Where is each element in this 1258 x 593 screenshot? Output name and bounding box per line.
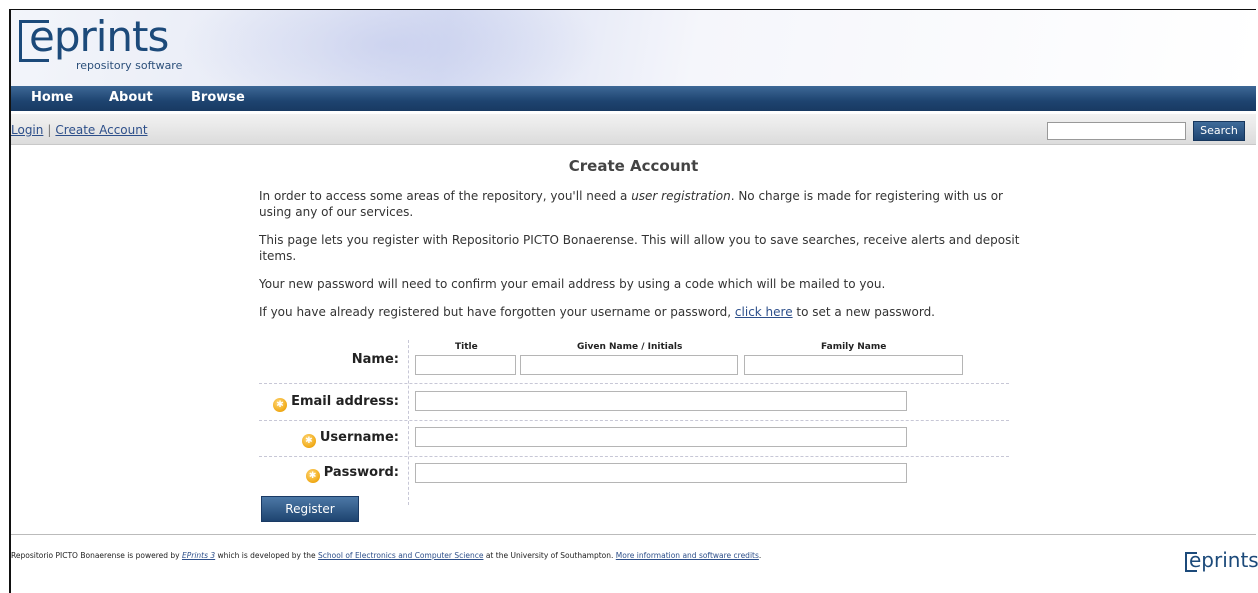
title-input[interactable] [415,355,516,375]
email-label: ✱ Email address: [259,394,399,412]
footer-text: at the University of Southampton. [483,551,616,560]
page-frame: eprints repository software Home About B… [9,9,1258,593]
login-bar: Login | Create Account Search [11,114,1256,145]
header-swirl-decoration [181,10,601,86]
nav-about[interactable]: About [109,90,153,105]
nav-home[interactable]: Home [31,90,73,105]
family-name-input[interactable] [744,355,963,375]
site-header: eprints repository software [11,10,1256,86]
forgot-text-end: to set a new password. [792,305,935,319]
logo-word: eprints [29,12,169,61]
reset-password-link[interactable]: click here [735,305,793,319]
logo-tagline: repository software [76,59,183,72]
login-link[interactable]: Login [11,123,43,137]
row-separator [259,383,1009,384]
search-button[interactable]: Search [1193,121,1245,141]
password-label-text: Password: [323,465,399,480]
account-links: Login | Create Account [11,123,148,137]
username-label-text: Username: [319,430,399,445]
footer-text: which is developed by the [215,551,319,560]
footer-credits: Repositorio PICTO Bonaerense is powered … [11,551,761,560]
site-footer: Repositorio PICTO Bonaerense is powered … [11,534,1258,593]
search-input[interactable] [1047,122,1186,140]
footer-text: . [758,551,762,560]
name-label: Name: [351,352,399,367]
forgot-text: If you have already registered but have … [259,305,735,319]
intro-text: In order to access some areas of the rep… [259,189,632,203]
eprints-link[interactable]: EPrints 3 [182,551,215,560]
form-divider [408,340,409,505]
title-column-header: Title [455,342,478,352]
given-name-column-header: Given Name / Initials [577,342,683,352]
credits-link[interactable]: More information and software credits [616,551,759,560]
email-label-text: Email address: [291,394,399,409]
required-star-icon: ✱ [273,398,288,412]
password-info-paragraph: Your new password will need to confirm y… [259,277,886,291]
email-field[interactable] [415,391,907,411]
username-label: ✱ Username: [259,430,399,448]
footer-text: Repositorio PICTO Bonaerense is powered … [11,551,182,560]
intro-paragraph: In order to access some areas of the rep… [259,188,1029,220]
required-star-icon: ✱ [305,469,320,483]
page-title: Create Account [568,157,699,175]
footer-logo-word: eprints [1189,548,1258,572]
intro-emphasis: user registration [631,189,731,203]
register-button[interactable]: Register [261,496,359,522]
username-field[interactable] [415,427,907,447]
password-field[interactable] [415,463,907,483]
main-nav: Home About Browse [11,86,1256,111]
required-star-icon: ✱ [301,434,316,448]
nav-browse[interactable]: Browse [191,90,245,105]
school-link[interactable]: School of Electronics and Computer Scien… [318,551,483,560]
create-account-link[interactable]: Create Account [55,123,147,137]
family-name-column-header: Family Name [821,342,887,352]
row-separator [259,420,1009,421]
register-info-paragraph: This page lets you register with Reposit… [259,233,1020,263]
row-separator [259,456,1009,457]
link-separator: | [47,123,52,137]
password-label: ✱ Password: [259,465,399,483]
given-name-input[interactable] [520,355,738,375]
forgot-password-paragraph: If you have already registered but have … [259,304,1029,320]
